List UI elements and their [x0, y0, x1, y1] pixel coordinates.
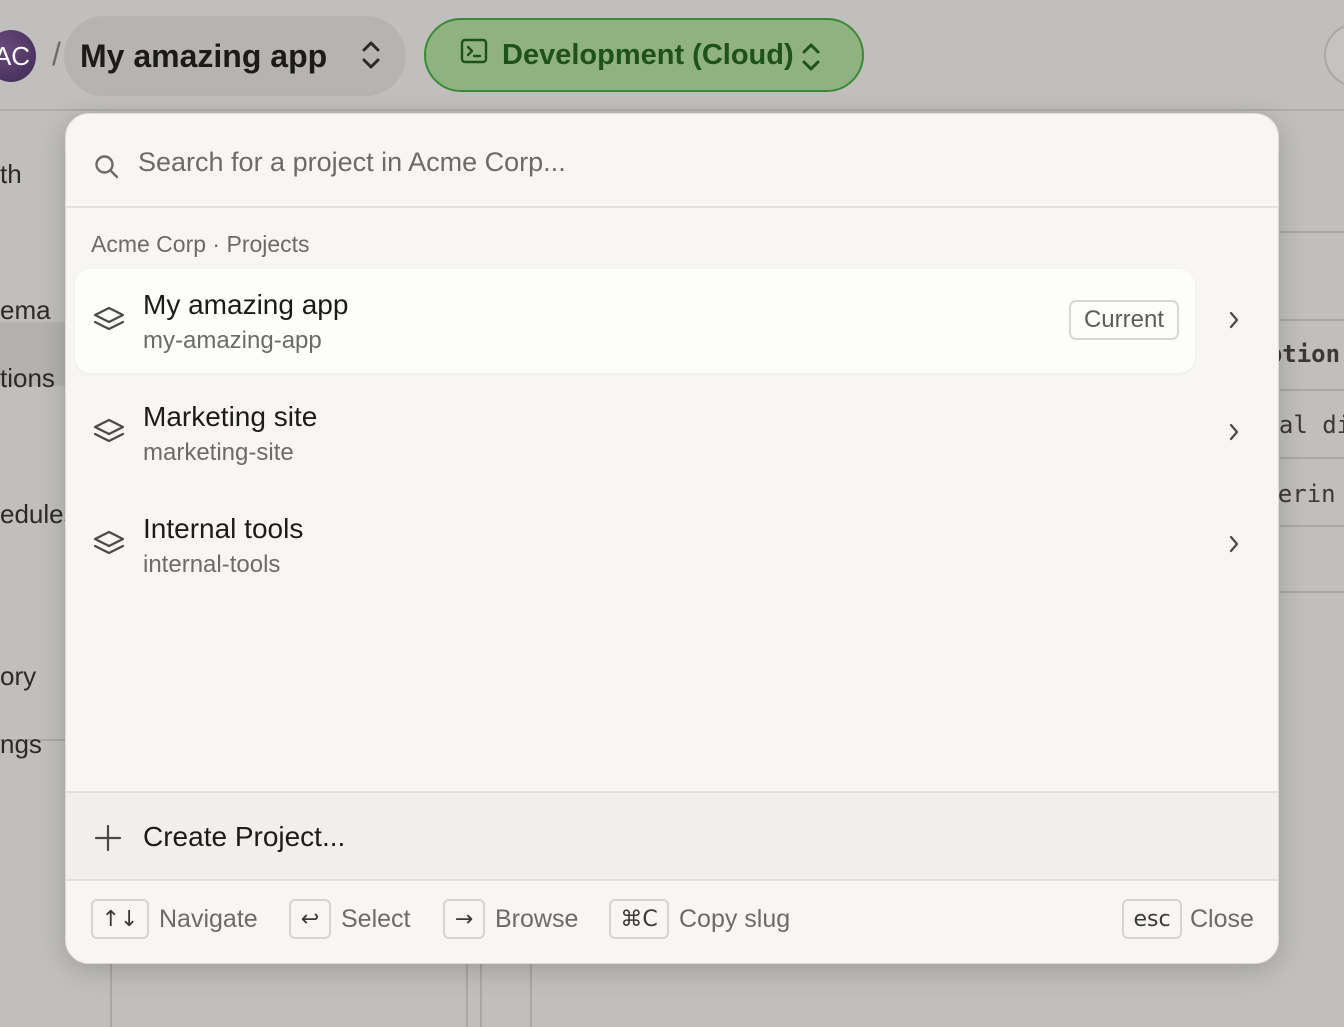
kbd-right-arrow: → [443, 899, 485, 939]
chevron-right-icon[interactable] [1226, 421, 1242, 448]
project-slug: internal-tools [143, 551, 281, 578]
project-switcher-popover: Acme Corp · Projects My amazing app my-a… [65, 113, 1279, 964]
sidebar-item-functions[interactable]: tions [0, 363, 55, 394]
layers-icon [92, 417, 126, 452]
kbd-cmd-c: ⌘C [609, 899, 669, 939]
background-table: scription eral di gineerin er [1210, 111, 1344, 1027]
current-badge: Current [1068, 300, 1179, 340]
layers-icon [92, 529, 126, 564]
create-project-button[interactable]: Create Project... [66, 791, 1278, 881]
table-divider [1280, 525, 1344, 527]
sidebar: th ema tions edules ory ngs [0, 111, 77, 1027]
search-icon [94, 154, 120, 185]
chevron-up-down-icon [800, 40, 822, 82]
keyboard-hints-footer: ↑↓ Navigate ↩ Select → Browse ⌘C Copy sl… [66, 881, 1278, 963]
chevron-right-icon[interactable] [1226, 309, 1242, 336]
hint-label: Close [1190, 904, 1254, 933]
hint-copy-slug: ⌘C Copy slug [609, 899, 790, 939]
search-row [66, 114, 1278, 208]
project-slug: marketing-site [143, 439, 294, 466]
table-divider [1280, 319, 1344, 321]
project-slug: my-amazing-app [143, 327, 322, 354]
create-project-label: Create Project... [143, 821, 346, 852]
project-item-my-amazing-app[interactable]: My amazing app my-amazing-app Current [75, 269, 1195, 373]
project-search-input[interactable] [138, 142, 1238, 182]
chevron-right-icon[interactable] [1226, 533, 1242, 560]
hint-select: ↩ Select [289, 899, 410, 939]
plus-icon [94, 824, 122, 857]
hint-label: Browse [495, 904, 579, 933]
project-switcher-button[interactable]: My amazing app [64, 16, 406, 96]
panel-divider [110, 964, 112, 1027]
project-item-internal-tools[interactable]: Internal tools internal-tools [75, 493, 1195, 597]
project-item-marketing-site[interactable]: Marketing site marketing-site [75, 381, 1195, 485]
chevron-up-down-icon [360, 38, 382, 80]
kbd-esc: esc [1122, 899, 1182, 939]
hint-browse: → Browse [443, 899, 578, 939]
sidebar-item-settings[interactable]: ngs [0, 729, 42, 760]
panel-divider [480, 964, 482, 1027]
hint-navigate: ↑↓ Navigate [91, 899, 258, 939]
org-avatar[interactable]: AC [0, 30, 36, 82]
panel-divider [530, 964, 532, 1027]
breadcrumb-separator: / [52, 36, 61, 72]
environment-switcher-button[interactable]: Development (Cloud) [424, 18, 864, 92]
sidebar-item-history[interactable]: ory [0, 661, 36, 692]
environment-label: Development (Cloud) [502, 38, 794, 71]
terminal-icon [460, 38, 488, 72]
table-divider [1280, 389, 1344, 391]
section-label: Acme Corp · Projects [91, 231, 310, 257]
panel-divider [466, 964, 468, 1027]
sidebar-item-schema[interactable]: ema [0, 295, 51, 326]
kbd-enter: ↩ [289, 899, 331, 939]
table-divider [1280, 231, 1344, 233]
hint-label: Navigate [159, 904, 258, 933]
hint-label: Copy slug [679, 904, 791, 933]
hint-close[interactable]: esc Close [1122, 899, 1254, 939]
project-name: Marketing site [143, 401, 318, 432]
project-name: My amazing app [143, 289, 349, 320]
project-switcher-label: My amazing app [80, 37, 328, 74]
top-bar: AC / My amazing app Development (Cloud) [0, 0, 1344, 111]
table-divider [1280, 457, 1344, 459]
project-name: Internal tools [143, 513, 304, 544]
table-divider [1280, 591, 1344, 593]
org-avatar-initials: AC [0, 40, 31, 71]
kbd-arrows: ↑↓ [91, 899, 149, 939]
user-avatar[interactable] [1324, 22, 1344, 88]
sidebar-item-auth[interactable]: th [0, 159, 22, 190]
layers-icon [92, 305, 126, 340]
hint-label: Select [341, 904, 411, 933]
